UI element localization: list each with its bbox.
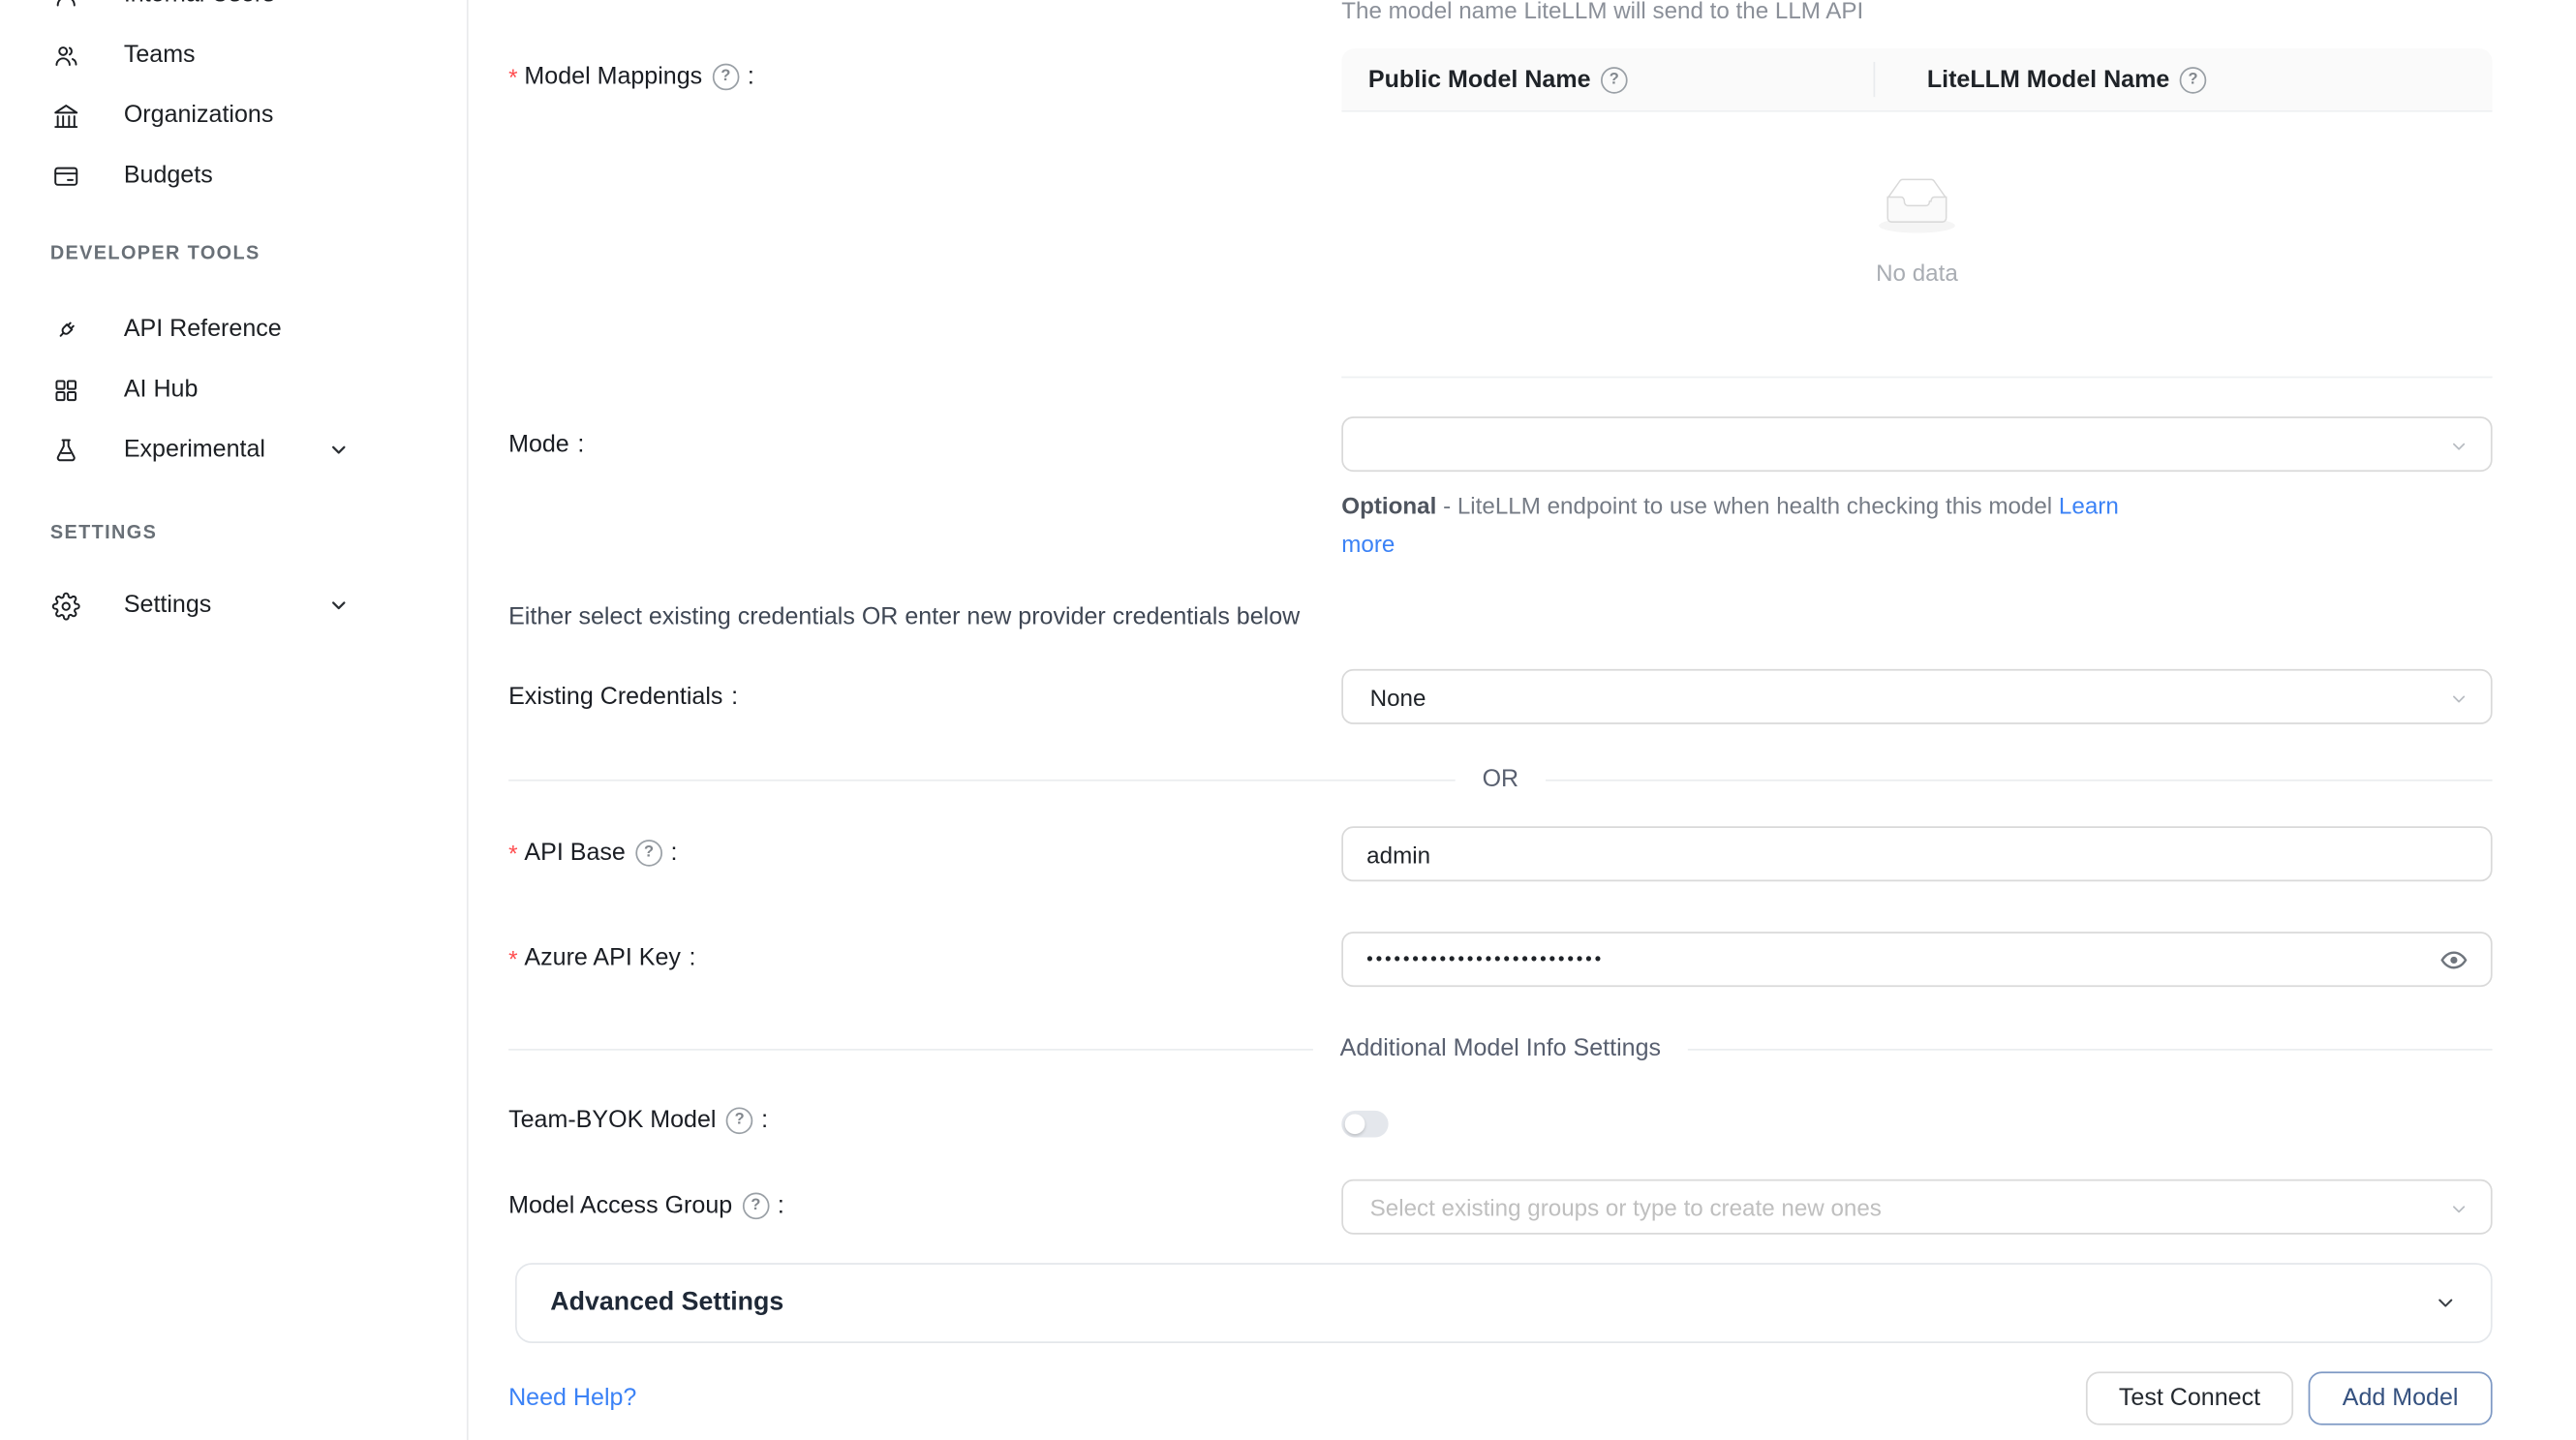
existing-credentials-label: Existing Credentials : [508,681,738,715]
additional-model-info-divider: Additional Model Info Settings [508,1030,2493,1067]
credit-card-icon [52,162,80,190]
sidebar-item-label: Settings [124,592,212,619]
eye-icon[interactable] [2438,947,2469,972]
sidebar-item-label: Internal Users [124,0,275,9]
required-asterisk: * [508,60,517,94]
model-mappings-table: Public Model Name ? LiteLLM Model Name ? [1341,48,2492,378]
model-access-group-select[interactable]: Select existing groups or type to create… [1341,1180,2492,1235]
sidebar-item-label: API Reference [124,316,282,343]
question-circle-icon[interactable]: ? [726,1107,753,1134]
users-icon [52,41,80,69]
sidebar-section-developer-tools: DEVELOPER TOOLS [0,230,467,277]
azure-api-key-label: * Azure API Key : [508,941,695,975]
chevron-down-icon [2449,687,2469,707]
sidebar-item-label: Budgets [124,163,213,190]
selected-value: None [1370,684,1426,711]
gear-icon [52,592,80,620]
sidebar-item-teams[interactable]: Teams [0,25,467,85]
api-base-value: admin [1366,841,1430,868]
empty-inbox-icon [1870,175,1964,237]
no-data-text: No data [1341,260,2492,287]
mode-label: Mode : [508,428,584,462]
sidebar-nav: Internal Users Teams Organizations Budge… [0,0,469,1440]
chevron-down-icon [2449,434,2469,454]
column-divider [1874,62,1876,97]
model-access-group-label: Model Access Group ? : [508,1189,784,1223]
api-base-input[interactable]: admin [1341,826,2492,881]
chevron-down-icon [328,439,350,460]
chevron-down-icon [328,595,350,616]
team-byok-label: Team-BYOK Model ? : [508,1104,768,1138]
sidebar-item-budgets[interactable]: Budgets [0,145,467,205]
credentials-note: Either select existing credentials OR en… [508,604,1300,631]
flask-icon [52,436,80,464]
need-help-link[interactable]: Need Help? [508,1385,636,1412]
question-circle-icon[interactable]: ? [743,1193,770,1220]
advanced-settings-label: Advanced Settings [550,1288,783,1318]
required-asterisk: * [508,837,517,871]
sidebar-item-label: Experimental [124,437,265,464]
sidebar-item-label: Organizations [124,102,274,129]
question-circle-icon[interactable]: ? [713,64,740,91]
or-divider-text: OR [1456,766,1546,793]
model-mappings-label: * Model Mappings ? : [508,60,754,94]
user-icon [52,0,80,9]
azure-api-key-input[interactable]: •••••••••••••••••••••••••• [1341,932,2492,987]
sidebar-item-label: AI Hub [124,377,199,404]
add-model-button[interactable]: Add Model [2309,1371,2493,1425]
team-byok-toggle[interactable] [1341,1111,1388,1138]
question-circle-icon[interactable]: ? [1601,66,1628,93]
required-asterisk: * [508,941,517,975]
advanced-settings-collapse[interactable]: Advanced Settings [515,1263,2493,1343]
question-circle-icon[interactable]: ? [2180,66,2207,93]
masked-password: •••••••••••••••••••••••••• [1366,949,1604,969]
app-window: Internal Users Teams Organizations Budge… [0,0,2576,1440]
table-header-litellm-model-name: LiteLLM Model Name ? [1900,48,2492,110]
sidebar-item-label: Teams [124,42,196,69]
mode-help-text: Optional - LiteLLM endpoint to use when … [1341,487,2164,563]
sidebar-item-api-reference[interactable]: API Reference [0,299,467,359]
mode-select[interactable] [1341,416,2492,472]
table-header-public-model-name: Public Model Name ? [1341,48,1900,110]
sidebar-item-ai-hub[interactable]: AI Hub [0,359,467,419]
litellm-model-name-helper: The model name LiteLLM will send to the … [1341,0,1863,23]
bank-icon [52,101,80,129]
plug-icon [52,316,80,344]
test-connect-button[interactable]: Test Connect [2086,1371,2293,1425]
chevron-down-icon [2434,1291,2457,1314]
empty-state: No data [1341,175,2492,286]
question-circle-icon[interactable]: ? [635,840,662,867]
or-divider: OR [508,761,2493,798]
api-base-label: * API Base ? : [508,837,677,871]
table-header-row: Public Model Name ? LiteLLM Model Name ? [1341,48,2492,112]
sidebar-item-organizations[interactable]: Organizations [0,85,467,145]
sidebar-item-experimental[interactable]: Experimental [0,420,467,480]
sidebar-section-settings: SETTINGS [0,510,467,557]
sidebar-item-internal-users[interactable]: Internal Users [0,0,467,25]
chevron-down-icon [2449,1197,2469,1217]
grid-icon [52,376,80,404]
divider-text: Additional Model Info Settings [1313,1035,1688,1062]
sidebar-item-settings[interactable]: Settings [0,575,467,635]
add-model-form: The model name LiteLLM will send to the … [469,0,2576,1440]
table-empty-body: No data [1341,112,2492,379]
toggle-knob [1345,1114,1365,1134]
existing-credentials-select[interactable]: None [1341,669,2492,724]
select-placeholder: Select existing groups or type to create… [1370,1193,1882,1220]
